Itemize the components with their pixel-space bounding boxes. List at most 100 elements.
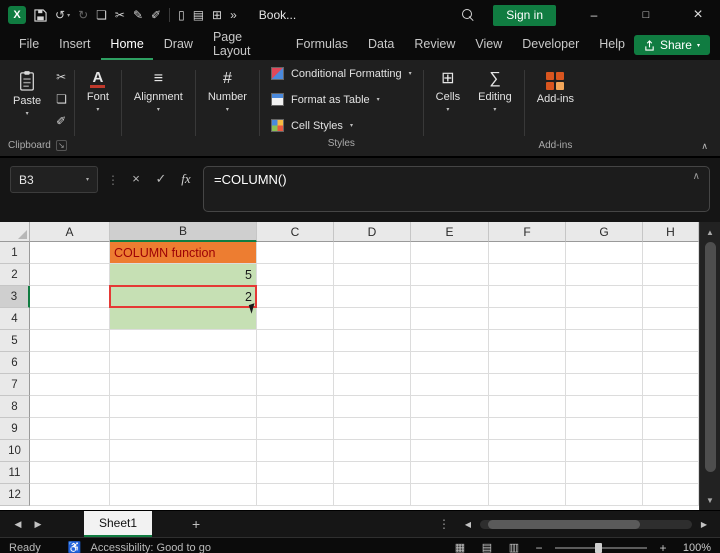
- cell-A4[interactable]: [30, 308, 110, 330]
- cell-D11[interactable]: [334, 462, 411, 484]
- add-sheet-button[interactable]: +: [186, 516, 206, 532]
- zoom-level[interactable]: 100%: [679, 542, 711, 553]
- cell-C12[interactable]: [257, 484, 334, 506]
- cell-G5[interactable]: [566, 330, 643, 352]
- row-header-1[interactable]: 1: [0, 242, 30, 264]
- row-header-5[interactable]: 5: [0, 330, 30, 352]
- cell-D12[interactable]: [334, 484, 411, 506]
- menu-tab-developer[interactable]: Developer: [513, 30, 588, 60]
- cell-C1[interactable]: [257, 242, 334, 264]
- hscroll-left-icon[interactable]: ◀: [460, 520, 476, 529]
- cell-F12[interactable]: [489, 484, 566, 506]
- sheet-nav-right-icon[interactable]: ▶: [28, 519, 48, 530]
- conditional-formatting-button[interactable]: Conditional Formatting ▾: [270, 67, 412, 80]
- cell-B8[interactable]: [110, 396, 257, 418]
- cell-H4[interactable]: [643, 308, 699, 330]
- editing-button[interactable]: ∑ Editing ▾: [469, 64, 521, 113]
- collapse-ribbon-icon[interactable]: ∧: [701, 141, 708, 152]
- maximize-button[interactable]: □: [624, 0, 668, 30]
- cell-F3[interactable]: [489, 286, 566, 308]
- cell-H8[interactable]: [643, 396, 699, 418]
- cell-F9[interactable]: [489, 418, 566, 440]
- formula-input[interactable]: =COLUMN() ∧: [203, 166, 710, 212]
- cell-H10[interactable]: [643, 440, 699, 462]
- cut-button-ribbon[interactable]: ✂: [56, 70, 67, 84]
- cell-H3[interactable]: [643, 286, 699, 308]
- cell-C11[interactable]: [257, 462, 334, 484]
- undo-button[interactable]: ↺ ▾: [55, 8, 70, 22]
- cell-D1[interactable]: [334, 242, 411, 264]
- menu-tab-home[interactable]: Home: [101, 30, 153, 60]
- share-button[interactable]: Share ▾: [633, 35, 710, 55]
- hscroll-right-icon[interactable]: ▶: [696, 520, 712, 529]
- cell-D3[interactable]: [334, 286, 411, 308]
- cell-C2[interactable]: [257, 264, 334, 286]
- format-as-table-button[interactable]: Format as Table ▾: [270, 93, 412, 106]
- cell-C9[interactable]: [257, 418, 334, 440]
- cell-A12[interactable]: [30, 484, 110, 506]
- cell-F7[interactable]: [489, 374, 566, 396]
- minimize-button[interactable]: –: [572, 0, 616, 30]
- column-header-B[interactable]: B: [110, 222, 257, 242]
- cell-D4[interactable]: [334, 308, 411, 330]
- cell-D9[interactable]: [334, 418, 411, 440]
- format-painter-button[interactable]: ✐: [56, 114, 67, 128]
- cell-B7[interactable]: [110, 374, 257, 396]
- highlighter-button[interactable]: ✐: [151, 8, 161, 22]
- redo-button[interactable]: ↻: [78, 8, 88, 22]
- row-header-7[interactable]: 7: [0, 374, 30, 396]
- quick-print-button[interactable]: ▤: [193, 8, 204, 22]
- cell-B6[interactable]: [110, 352, 257, 374]
- menu-tab-help[interactable]: Help: [590, 30, 634, 60]
- cell-B11[interactable]: [110, 462, 257, 484]
- addins-button[interactable]: Add-ins: [528, 64, 583, 105]
- select-all-button[interactable]: [0, 222, 30, 242]
- cell-styles-button[interactable]: Cell Styles ▾: [270, 119, 412, 132]
- cell-B5[interactable]: [110, 330, 257, 352]
- row-header-6[interactable]: 6: [0, 352, 30, 374]
- cell-G3[interactable]: [566, 286, 643, 308]
- row-header-10[interactable]: 10: [0, 440, 30, 462]
- cut-button[interactable]: ✂: [115, 8, 125, 22]
- cell-B4[interactable]: [110, 308, 257, 330]
- cell-H9[interactable]: [643, 418, 699, 440]
- column-header-H[interactable]: H: [643, 222, 699, 242]
- cell-F5[interactable]: [489, 330, 566, 352]
- cell-F8[interactable]: [489, 396, 566, 418]
- vertical-scrollbar-thumb[interactable]: [704, 242, 716, 472]
- clipboard-dialog-launcher-icon[interactable]: ↘: [55, 140, 67, 151]
- cell-A2[interactable]: [30, 264, 110, 286]
- alignment-button[interactable]: ≡ Alignment ▾: [125, 64, 192, 113]
- cell-E2[interactable]: [411, 264, 489, 286]
- cell-E8[interactable]: [411, 396, 489, 418]
- horizontal-scrollbar-thumb[interactable]: [488, 519, 640, 529]
- cell-D6[interactable]: [334, 352, 411, 374]
- cell-E9[interactable]: [411, 418, 489, 440]
- page-break-view-button[interactable]: ▥: [505, 541, 523, 553]
- cell-A9[interactable]: [30, 418, 110, 440]
- column-header-D[interactable]: D: [334, 222, 411, 242]
- cell-F10[interactable]: [489, 440, 566, 462]
- cell-E1[interactable]: [411, 242, 489, 264]
- menu-tab-file[interactable]: File: [10, 30, 48, 60]
- sign-in-button[interactable]: Sign in: [493, 4, 556, 26]
- vertical-scrollbar[interactable]: ▲ ▼: [699, 222, 720, 510]
- cell-A11[interactable]: [30, 462, 110, 484]
- draw-pen-button[interactable]: ✎: [133, 8, 143, 22]
- cell-E3[interactable]: [411, 286, 489, 308]
- zoom-slider-thumb[interactable]: [595, 542, 602, 553]
- zoom-out-button[interactable]: −: [532, 541, 546, 553]
- sheet-nav-left-icon[interactable]: ◀: [8, 519, 28, 530]
- cell-H1[interactable]: [643, 242, 699, 264]
- cancel-button[interactable]: ×: [128, 171, 144, 186]
- cell-H2[interactable]: [643, 264, 699, 286]
- cell-D8[interactable]: [334, 396, 411, 418]
- sheetbar-more-icon[interactable]: ⋮: [438, 517, 450, 531]
- cell-G12[interactable]: [566, 484, 643, 506]
- save-button[interactable]: [34, 8, 47, 22]
- row-header-4[interactable]: 4: [0, 308, 30, 330]
- cell-G2[interactable]: [566, 264, 643, 286]
- cell-B9[interactable]: [110, 418, 257, 440]
- cells-button[interactable]: ⊞ Cells ▾: [427, 64, 469, 113]
- close-button[interactable]: ×: [676, 0, 720, 30]
